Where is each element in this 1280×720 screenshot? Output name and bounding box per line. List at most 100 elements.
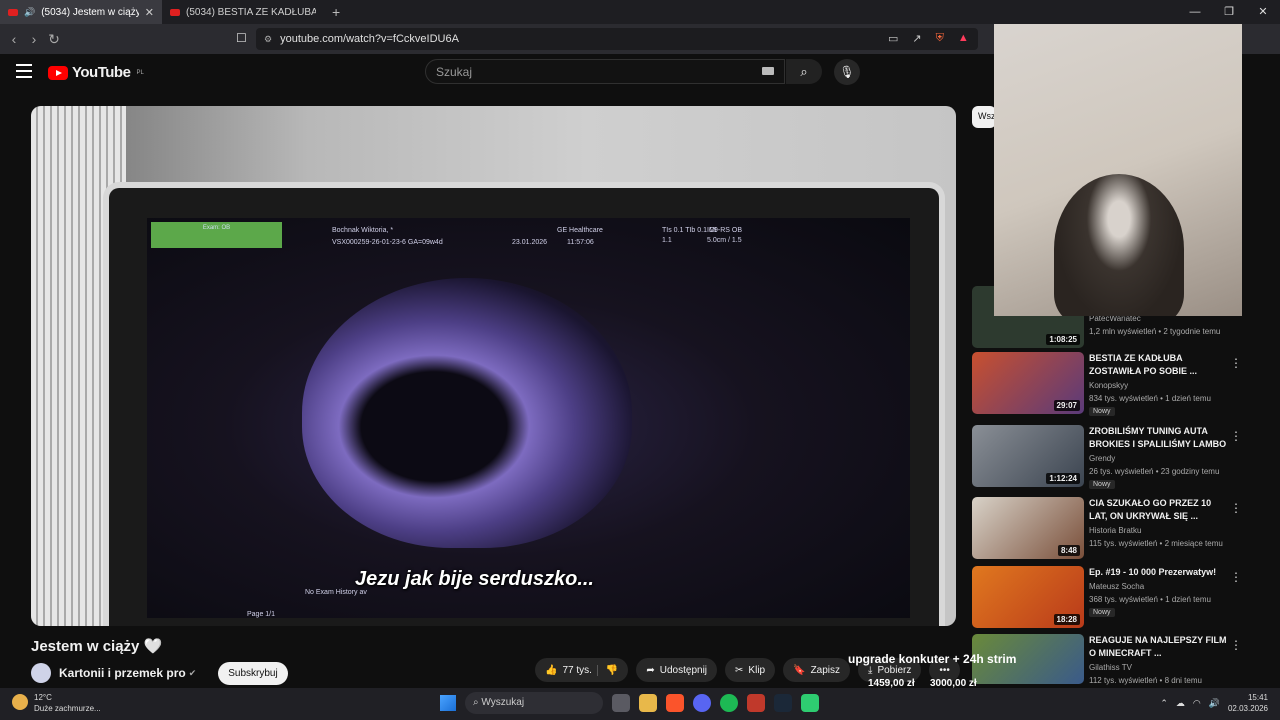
thumbs-up-icon: 👍 [545,664,558,676]
kebab-menu-icon[interactable]: ⋮ [1230,570,1242,584]
video-meta: 368 tys. wyświetleń • 1 dzień temu [1089,595,1211,604]
list-item[interactable]: 18:28 Ep. #19 - 10 000 Prezerwatyw! Mate… [972,566,1252,632]
video-channel[interactable]: Mateusz Socha [1089,582,1144,591]
discord-icon[interactable] [693,694,711,712]
video-channel[interactable]: Gilathiss TV [1089,663,1132,672]
new-badge: Nowy [1089,480,1115,489]
thumbs-down-icon[interactable]: 👎 [596,664,618,676]
video-title[interactable]: BESTIA ZE KADŁUBA ZOSTAWIŁA PO SOBIE ... [1089,352,1229,378]
search-input[interactable]: Szukaj [425,59,785,84]
kebab-menu-icon[interactable]: ⋮ [1230,429,1242,443]
save-button[interactable]: 🔖 Zapisz [783,658,851,682]
logo-text: YouTube [72,64,131,81]
list-item[interactable]: 1:12:24 ZROBILIŚMY TUNING AUTA BROKIES I… [972,425,1252,491]
video-channel[interactable]: Historia Bratku [1089,526,1141,535]
cloud-icon[interactable]: ☁ [1176,698,1185,709]
clock[interactable]: 15:41 02.03.2026 [1228,692,1268,714]
video-title[interactable]: ZROBILIŚMY TUNING AUTA BROKIES I SPALILI… [1089,425,1229,451]
taskbar-search[interactable]: ⌕ Wyszukaj [465,692,603,714]
new-tab-button[interactable]: + [324,4,348,20]
bookmark-icon[interactable]: ☐ [236,31,247,45]
app-icon[interactable] [801,694,819,712]
tab-label: (5034) Jestem w ciąży 🤍 - Yo [41,6,139,18]
ultrasound-image [302,278,632,548]
like-count: 77 tys. [562,664,592,676]
voice-search-button[interactable]: 🎙 [834,59,860,85]
rewards-icon[interactable]: ▲ [958,32,969,45]
spotify-icon[interactable] [720,694,738,712]
video-title: Jestem w ciąży 🤍 [31,638,163,655]
brave-browser-icon[interactable] [666,694,684,712]
promo-text: upgrade konkuter + 24h strim [848,652,1017,666]
minimize-button[interactable]: — [1178,0,1212,24]
cat-image [1054,174,1184,316]
steam-icon[interactable] [774,694,792,712]
restore-button[interactable]: ❐ [1212,0,1246,24]
list-item[interactable]: 29:07 BESTIA ZE KADŁUBA ZOSTAWIŁA PO SOB… [972,352,1252,418]
region-code: PL [136,69,144,76]
task-view-icon[interactable] [612,694,630,712]
search-icon: ⌕ [800,64,808,79]
reload-icon[interactable]: ↻ [44,31,64,48]
brave-shield-icon[interactable]: ⛨ [936,32,944,45]
channel-name[interactable]: Kartonii i przemek pro [59,666,186,680]
exam-time: 11:57:06 [567,239,594,246]
url-actions: ▭ ↗ ⛨ ▲ [888,32,969,45]
keyboard-icon[interactable] [762,67,774,75]
video-player[interactable]: Exam: OB Bochnak Wiktoria, * VSX000259-2… [31,106,956,626]
save-label: Zapisz [810,664,841,676]
weather-widget[interactable]: 12°C Duże zachmurze... [12,692,101,714]
video-title[interactable]: Ep. #19 - 10 000 Prezerwatyw! [1089,566,1229,579]
video-thumbnail[interactable]: 18:28 [972,566,1084,628]
chevron-up-icon[interactable]: ⌃ [1160,698,1168,709]
video-channel[interactable]: Konopskyy [1089,381,1128,390]
video-title[interactable]: REAGUJE NA NAJLEPSZY FILM O MINECRAFT ..… [1089,634,1229,660]
cast-icon[interactable]: ▭ [888,32,898,45]
channel-avatar[interactable] [31,663,51,683]
video-meta: 115 tys. wyświetleń • 2 miesiące temu [1089,539,1223,548]
kebab-menu-icon[interactable]: ⋮ [1230,638,1242,652]
wifi-icon[interactable]: ◠ [1193,698,1201,709]
forward-icon[interactable]: › [24,31,44,47]
patient-name: Bochnak Wiktoria, * [332,227,394,234]
browser-tab-bar: 🔊 (5034) Jestem w ciąży 🤍 - Yo ✕ (5034) … [0,0,1280,24]
video-meta: 834 tys. wyświetleń • 1 dzień temu [1089,394,1211,403]
clip-button[interactable]: ✂ Klip [725,658,776,682]
windows-start-icon[interactable] [440,695,456,711]
video-thumbnail[interactable]: 1:12:24 [972,425,1084,487]
antivirus-icon[interactable] [747,694,765,712]
search-button[interactable]: ⌕ [786,59,822,84]
video-channel[interactable]: Grendy [1089,454,1115,463]
video-subtitle: Jezu jak bije serduszko... [355,568,594,590]
back-icon[interactable]: ‹ [4,31,24,47]
url-field[interactable]: ⚙ youtube.com/watch?v=fCckveIDU6A [256,28,978,50]
video-title[interactable]: CIA SZUKAŁO GO PRZEZ 10 LAT, ON UKRYWAŁ … [1089,497,1229,523]
list-item[interactable]: 8:48 CIA SZUKAŁO GO PRZEZ 10 LAT, ON UKR… [972,497,1252,563]
taskbar-apps: ⌕ Wyszukaj [440,692,819,714]
share-icon[interactable]: ↗ [912,32,921,45]
kebab-menu-icon[interactable]: ⋮ [1230,501,1242,515]
menu-icon[interactable] [16,64,32,78]
close-window-button[interactable]: ✕ [1246,0,1280,24]
kebab-menu-icon[interactable]: ⋮ [1230,356,1242,370]
tab-video[interactable]: 🔊 (5034) Jestem w ciąży 🤍 - Yo ✕ [0,0,162,24]
video-thumbnail[interactable]: 29:07 [972,352,1084,414]
tab-bestia[interactable]: (5034) BESTIA ZE KADŁUBA ZOSTAW [162,0,324,24]
site-info-icon[interactable]: ⚙ [264,34,272,45]
like-button[interactable]: 👍 77 tys. 👎 [535,658,629,682]
file-explorer-icon[interactable] [639,694,657,712]
video-thumbnail[interactable]: 8:48 [972,497,1084,559]
close-tab-icon[interactable]: ✕ [145,6,154,19]
filter-chip-all[interactable]: Wsz [972,106,996,128]
speaker-icon[interactable]: 🔊 [24,7,35,18]
new-badge: Nowy [1089,407,1115,416]
taskbar: 12°C Duże zachmurze... ⌕ Wyszukaj ⌃ ☁ ◠ … [0,688,1280,720]
duration-badge: 18:28 [1053,614,1080,625]
stream-goal-overlay: upgrade konkuter + 24h strim 1459,00 zł … [848,652,1017,692]
subscribe-button[interactable]: Subskrybuj [218,661,288,685]
share-arrow-icon: ➦ [646,664,655,676]
youtube-logo[interactable]: YouTube PL [48,64,144,81]
youtube-favicon-icon [8,8,18,16]
volume-icon[interactable]: 🔊 [1209,698,1220,709]
share-button[interactable]: ➦ Udostępnij [636,658,718,682]
